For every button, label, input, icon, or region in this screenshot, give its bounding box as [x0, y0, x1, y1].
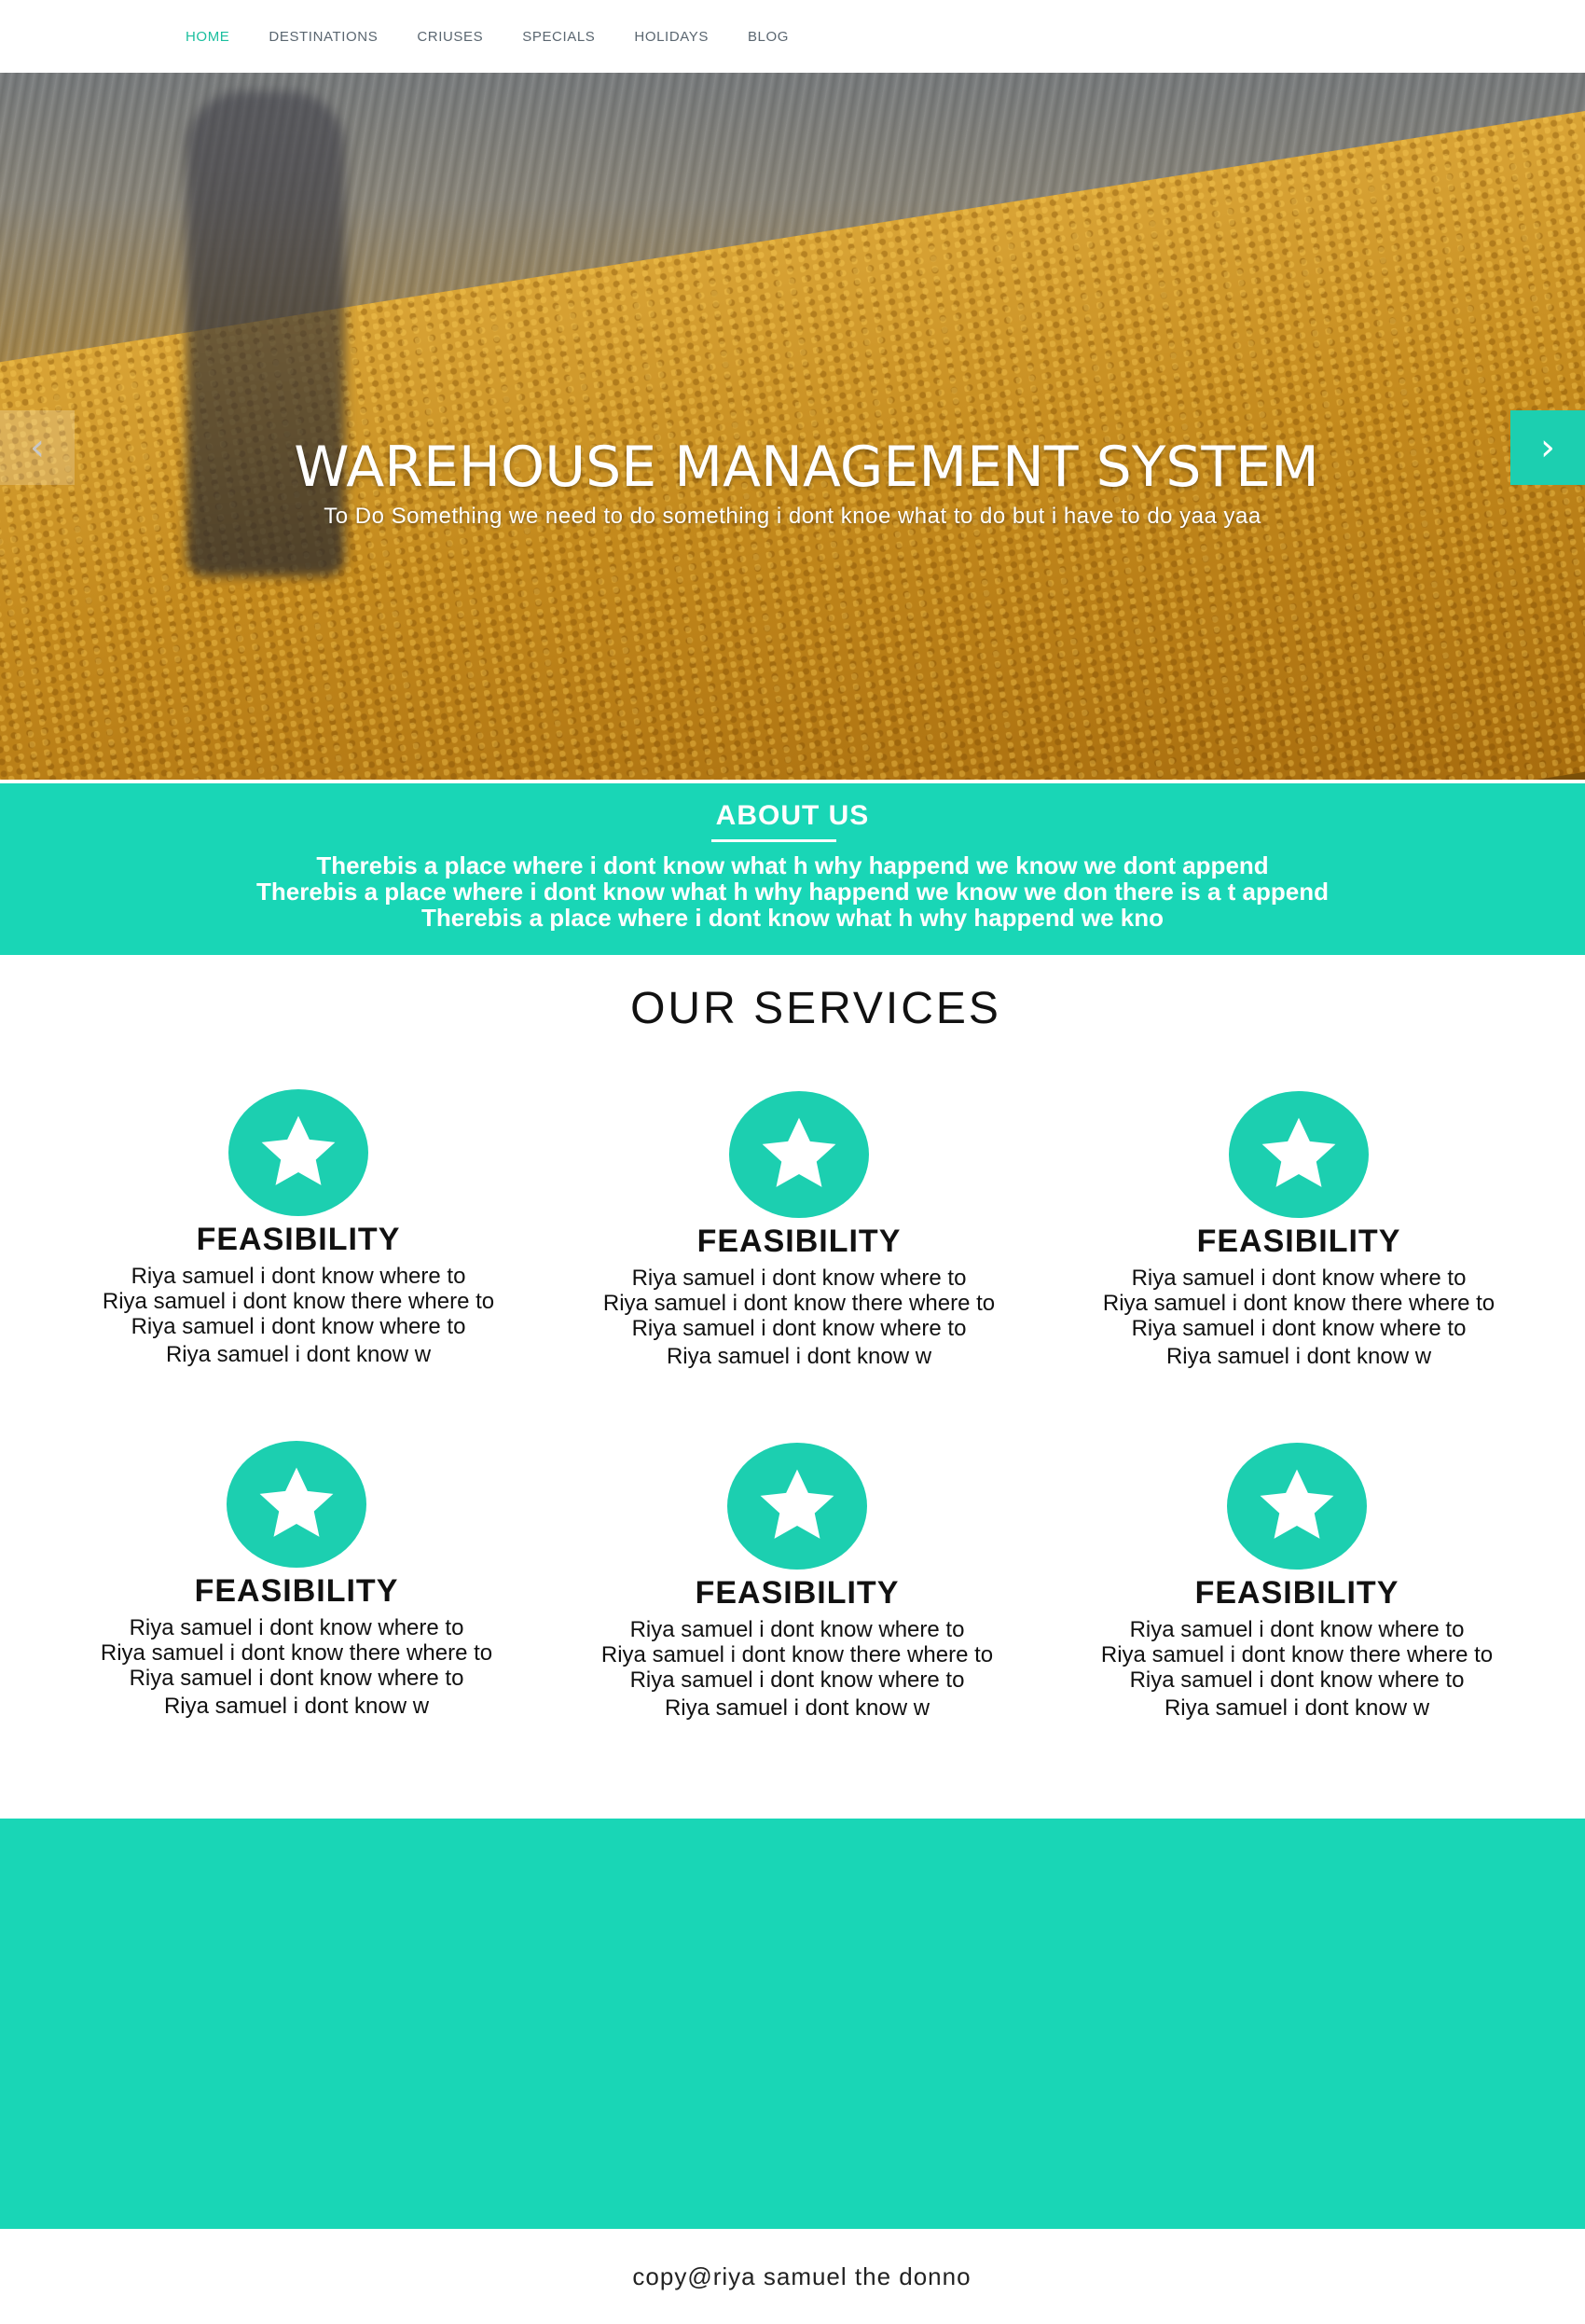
- service-description: Riya samuel i dont know where to Riya sam…: [61, 1264, 536, 1367]
- about-title-underline: [711, 839, 836, 842]
- chevron-left-icon: ‹: [30, 426, 45, 469]
- service-card: FEASIBILITY Riya samuel i dont know where…: [61, 1089, 536, 1367]
- service-heading: FEASIBILITY: [1196, 1224, 1401, 1259]
- service-heading: FEASIBILITY: [1194, 1575, 1399, 1611]
- service-line: Riya samuel i dont know where to: [1131, 1266, 1467, 1291]
- service-description: Riya samuel i dont know where to Riya sam…: [1061, 1266, 1537, 1369]
- nav-item-blog[interactable]: BLOG: [748, 29, 789, 45]
- service-card: FEASIBILITY Riya samuel i dont know where…: [559, 1443, 1035, 1721]
- carousel-next-button[interactable]: ›: [1510, 410, 1585, 485]
- star-icon: [1229, 1091, 1369, 1218]
- carousel-prev-button[interactable]: ‹: [0, 410, 75, 485]
- service-heading: FEASIBILITY: [696, 1224, 902, 1259]
- teal-band: [0, 1819, 1585, 2229]
- chevron-right-icon: ›: [1540, 426, 1555, 469]
- service-line: Riya samuel i dont know w: [1165, 1344, 1432, 1369]
- about-title: ABOUT US: [715, 800, 870, 831]
- service-line: Riya samuel i dont know w: [165, 1342, 432, 1367]
- hero-title: WAREHOUSE MANAGEMENT SYSTEM: [294, 435, 1319, 500]
- nav-menu: HOME DESTINATIONS CRIUSES SPECIALS HOLID…: [186, 0, 828, 73]
- service-line: Riya samuel i dont know where to: [1131, 1316, 1467, 1341]
- service-line: Riya samuel i dont know there where to: [102, 1289, 495, 1314]
- star-icon: [727, 1443, 867, 1570]
- service-line: Riya samuel i dont know there where to: [1102, 1291, 1495, 1316]
- nav-item-specials[interactable]: SPECIALS: [522, 29, 595, 45]
- footer: copy@riya samuel the donno: [0, 2229, 1585, 2324]
- service-description: Riya samuel i dont know where to Riya sam…: [59, 1615, 534, 1719]
- service-line: Riya samuel i dont know where to: [1129, 1617, 1465, 1642]
- about-line: Therebis a place where i dont know what …: [420, 905, 1165, 931]
- service-line: Riya samuel i dont know where to: [129, 1615, 464, 1640]
- service-line: Riya samuel i dont know where to: [129, 1666, 464, 1691]
- about-text: Therebis a place where i dont know what …: [0, 852, 1585, 931]
- star-icon: [228, 1089, 368, 1216]
- service-card: FEASIBILITY Riya samuel i dont know where…: [1059, 1443, 1535, 1721]
- service-line: Riya samuel i dont know w: [163, 1694, 430, 1719]
- service-line: Riya samuel i dont know where to: [629, 1667, 965, 1693]
- service-line: Riya samuel i dont know where to: [1129, 1667, 1465, 1693]
- nav-item-criuses[interactable]: CRIUSES: [417, 29, 483, 45]
- service-card: FEASIBILITY Riya samuel i dont know where…: [1061, 1091, 1537, 1369]
- service-line: Riya samuel i dont know there where to: [600, 1642, 994, 1667]
- nav-item-home[interactable]: HOME: [186, 29, 229, 45]
- service-card: FEASIBILITY Riya samuel i dont know where…: [59, 1441, 534, 1719]
- nav-item-holidays[interactable]: HOLIDAYS: [634, 29, 709, 45]
- service-line: Riya samuel i dont know where to: [131, 1314, 466, 1339]
- service-card: FEASIBILITY Riya samuel i dont know where…: [561, 1091, 1037, 1369]
- service-line: Riya samuel i dont know where to: [629, 1617, 965, 1642]
- service-line: Riya samuel i dont know w: [666, 1344, 932, 1369]
- service-description: Riya samuel i dont know where to Riya sam…: [559, 1617, 1035, 1721]
- top-navbar: HOME DESTINATIONS CRIUSES SPECIALS HOLID…: [0, 0, 1585, 74]
- service-heading: FEASIBILITY: [194, 1573, 399, 1609]
- service-line: Riya samuel i dont know w: [664, 1695, 930, 1721]
- star-icon: [729, 1091, 869, 1218]
- nav-item-destinations[interactable]: DESTINATIONS: [269, 29, 378, 45]
- service-line: Riya samuel i dont know where to: [631, 1266, 967, 1291]
- hero-subtitle: To Do Something we need to do something …: [324, 504, 1261, 529]
- service-line: Riya samuel i dont know where to: [131, 1264, 466, 1289]
- services-title: OUR SERVICES: [630, 984, 1001, 1033]
- copyright-text: copy@riya samuel the donno: [632, 2262, 972, 2290]
- service-description: Riya samuel i dont know where to Riya sam…: [1059, 1617, 1535, 1721]
- hero-carousel: WAREHOUSE MANAGEMENT SYSTEM To Do Someth…: [0, 73, 1585, 780]
- about-line: Therebis a place where i dont know what …: [316, 852, 1269, 878]
- star-icon: [1227, 1443, 1367, 1570]
- service-line: Riya samuel i dont know there where to: [1100, 1642, 1494, 1667]
- service-line: Riya samuel i dont know where to: [631, 1316, 967, 1341]
- star-icon: [227, 1441, 366, 1568]
- about-section: ABOUT US Therebis a place where i dont k…: [0, 783, 1585, 955]
- about-line: Therebis a place where i dont know what …: [256, 878, 1329, 905]
- service-heading: FEASIBILITY: [196, 1222, 401, 1257]
- service-line: Riya samuel i dont know w: [1164, 1695, 1430, 1721]
- service-line: Riya samuel i dont know there where to: [100, 1640, 493, 1666]
- service-description: Riya samuel i dont know where to Riya sam…: [561, 1266, 1037, 1369]
- service-heading: FEASIBILITY: [695, 1575, 900, 1611]
- service-line: Riya samuel i dont know there where to: [602, 1291, 996, 1316]
